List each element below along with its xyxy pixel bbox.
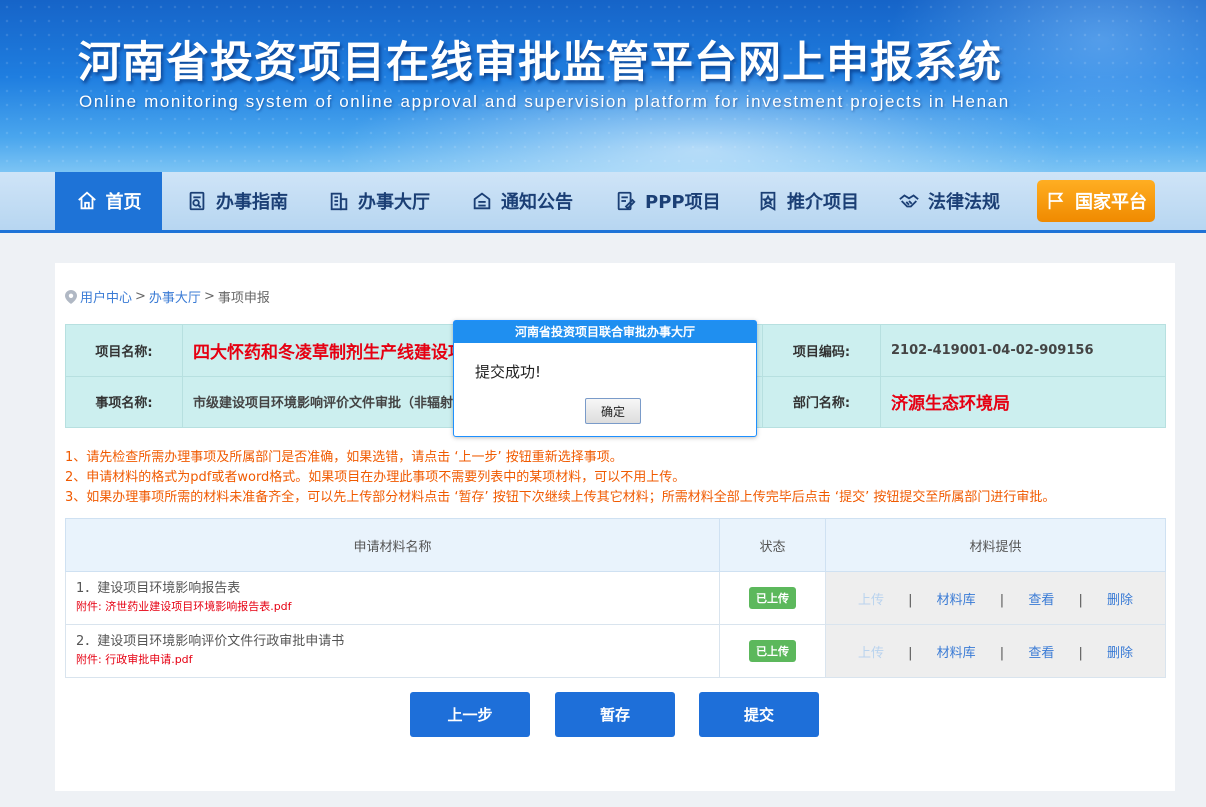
ops-separator: |: [999, 645, 1005, 661]
nav-item-promote[interactable]: 推介项目: [757, 172, 859, 230]
table-row: 1．建设项目环境影响报告表 附件: 济世药业建设项目环境影响报告表.pdf 已上…: [65, 571, 1166, 625]
delete-link[interactable]: 删除: [1107, 593, 1133, 608]
ops-separator: |: [999, 592, 1005, 608]
attachment-link[interactable]: 附件: 济世药业建设项目环境影响报告表.pdf: [76, 598, 718, 616]
material-name: 2．建设项目环境影响评价文件行政审批申请书: [76, 634, 345, 649]
nav-label-ppp: PPP项目: [645, 192, 721, 213]
material-name: 1．建设项目环境影响报告表: [76, 581, 241, 596]
alert-dialog: 河南省投资项目联合审批办事大厅 提交成功! 确定: [453, 320, 757, 437]
dialog-message: 提交成功!: [475, 363, 542, 381]
save-draft-button[interactable]: 暂存: [555, 692, 675, 737]
header-banner: 河南省投资项目在线审批监管平台网上申报系统 Online monitoring …: [0, 0, 1206, 172]
breadcrumb: 用户中心 > 办事大厅 > 事项申报: [65, 287, 270, 306]
header-material-name: 申请材料名称: [65, 518, 720, 572]
breadcrumb-separator: >: [203, 289, 215, 304]
ops-cell: 上传 | 材料库 | 查看 | 删除: [825, 571, 1166, 625]
dialog-ok-button[interactable]: 确定: [585, 398, 641, 424]
upload-link: 上传: [857, 592, 884, 608]
status-cell: 已上传: [719, 624, 826, 678]
nav-label-notice: 通知公告: [501, 192, 573, 213]
nav-label-national: 国家平台: [1075, 192, 1147, 213]
dialog-title: 河南省投资项目联合审批办事大厅: [454, 321, 756, 343]
edit-icon: [617, 191, 636, 211]
nav-label-promote: 推介项目: [787, 192, 859, 213]
nav-item-law[interactable]: 法律法规: [898, 172, 1000, 230]
nav-label-home: 首页: [105, 192, 142, 213]
prev-button[interactable]: 上一步: [410, 692, 530, 737]
main-nav: 首页 办事指南 办事大厅 通知公告 PPP项目 推介项目 法律法规 国家平台: [0, 172, 1206, 233]
status-cell: 已上传: [719, 571, 826, 625]
nav-label-law: 法律法规: [928, 192, 1000, 213]
breadcrumb-separator: >: [135, 289, 146, 304]
view-link[interactable]: 查看: [1028, 646, 1054, 661]
status-badge: 已上传: [749, 587, 796, 609]
status-badge: 已上传: [749, 640, 796, 662]
header-provide: 材料提供: [825, 518, 1166, 572]
site-subtitle: Online monitoring system of online appro…: [79, 92, 1010, 111]
table-row: 2．建设项目环境影响评价文件行政审批申请书 附件: 行政审批申请.pdf 已上传…: [65, 624, 1166, 678]
instruction-line: 3、如果办理事项所需的材料未准备齐全，可以先上传部分材料点击 ‘暂存’ 按钮下次…: [65, 490, 1056, 505]
home-icon: [77, 191, 96, 210]
nav-item-notice[interactable]: 通知公告: [471, 172, 573, 230]
breadcrumb-current: 事项申报: [217, 291, 270, 306]
ops-cell: 上传 | 材料库 | 查看 | 删除: [825, 624, 1166, 678]
ops-separator: |: [1078, 592, 1083, 608]
ops-separator: |: [908, 645, 913, 661]
header-status: 状态: [719, 518, 826, 572]
instruction-line: 1、请先检查所需办理事项及所属部门是否准确，如果选错，请点击 ‘上一步’ 按钮重…: [65, 450, 623, 465]
nav-item-ppp[interactable]: PPP项目: [615, 172, 721, 230]
star-badge-icon: [760, 191, 776, 211]
project-name-label: 项目名称:: [65, 324, 183, 377]
dept-name-label: 部门名称:: [762, 375, 881, 428]
instructions: 1、请先检查所需办理事项及所属部门是否准确，如果选错，请点击 ‘上一步’ 按钮重…: [65, 448, 1055, 508]
delete-link[interactable]: 删除: [1107, 646, 1133, 661]
ops-separator: |: [908, 592, 913, 608]
nav-item-home[interactable]: 首页: [55, 172, 162, 230]
project-code-value: 2102-419001-04-02-909156: [880, 324, 1166, 377]
material-name-cell: 2．建设项目环境影响评价文件行政审批申请书 附件: 行政审批申请.pdf: [65, 624, 720, 678]
materials-table: 申请材料名称 状态 材料提供 1．建设项目环境影响报告表 附件: 济世药业建设项…: [65, 518, 1166, 678]
nav-item-national[interactable]: 国家平台: [1037, 180, 1155, 222]
location-pin-icon: [65, 289, 77, 304]
nav-item-guide[interactable]: 办事指南: [186, 172, 288, 230]
submit-button[interactable]: 提交: [699, 692, 819, 737]
notice-icon: [473, 192, 491, 210]
breadcrumb-user-center[interactable]: 用户中心: [80, 287, 132, 306]
dept-name-value: 济源生态环境局: [880, 375, 1166, 428]
attachment-link[interactable]: 附件: 行政审批申请.pdf: [76, 651, 718, 669]
project-code-label: 项目编码:: [762, 324, 881, 377]
view-link[interactable]: 查看: [1028, 593, 1054, 608]
flag-icon: [1048, 192, 1064, 210]
nav-label-hall: 办事大厅: [358, 192, 430, 213]
nav-label-guide: 办事指南: [216, 192, 288, 213]
upload-link: 上传: [857, 645, 884, 661]
site-title: 河南省投资项目在线审批监管平台网上申报系统: [78, 38, 1002, 88]
ops-separator: |: [1078, 645, 1083, 661]
library-link[interactable]: 材料库: [937, 593, 976, 608]
breadcrumb-hall[interactable]: 办事大厅: [149, 287, 201, 306]
library-link[interactable]: 材料库: [937, 646, 976, 661]
handshake-icon: [899, 194, 919, 208]
instruction-line: 2、申请材料的格式为pdf或者word格式。如果项目在办理此事项不需要列表中的某…: [65, 470, 686, 485]
guide-icon: [189, 191, 205, 211]
nav-item-hall[interactable]: 办事大厅: [328, 172, 430, 230]
item-name-label: 事项名称:: [65, 375, 183, 428]
building-icon: [330, 192, 348, 211]
material-name-cell: 1．建设项目环境影响报告表 附件: 济世药业建设项目环境影响报告表.pdf: [65, 571, 720, 625]
